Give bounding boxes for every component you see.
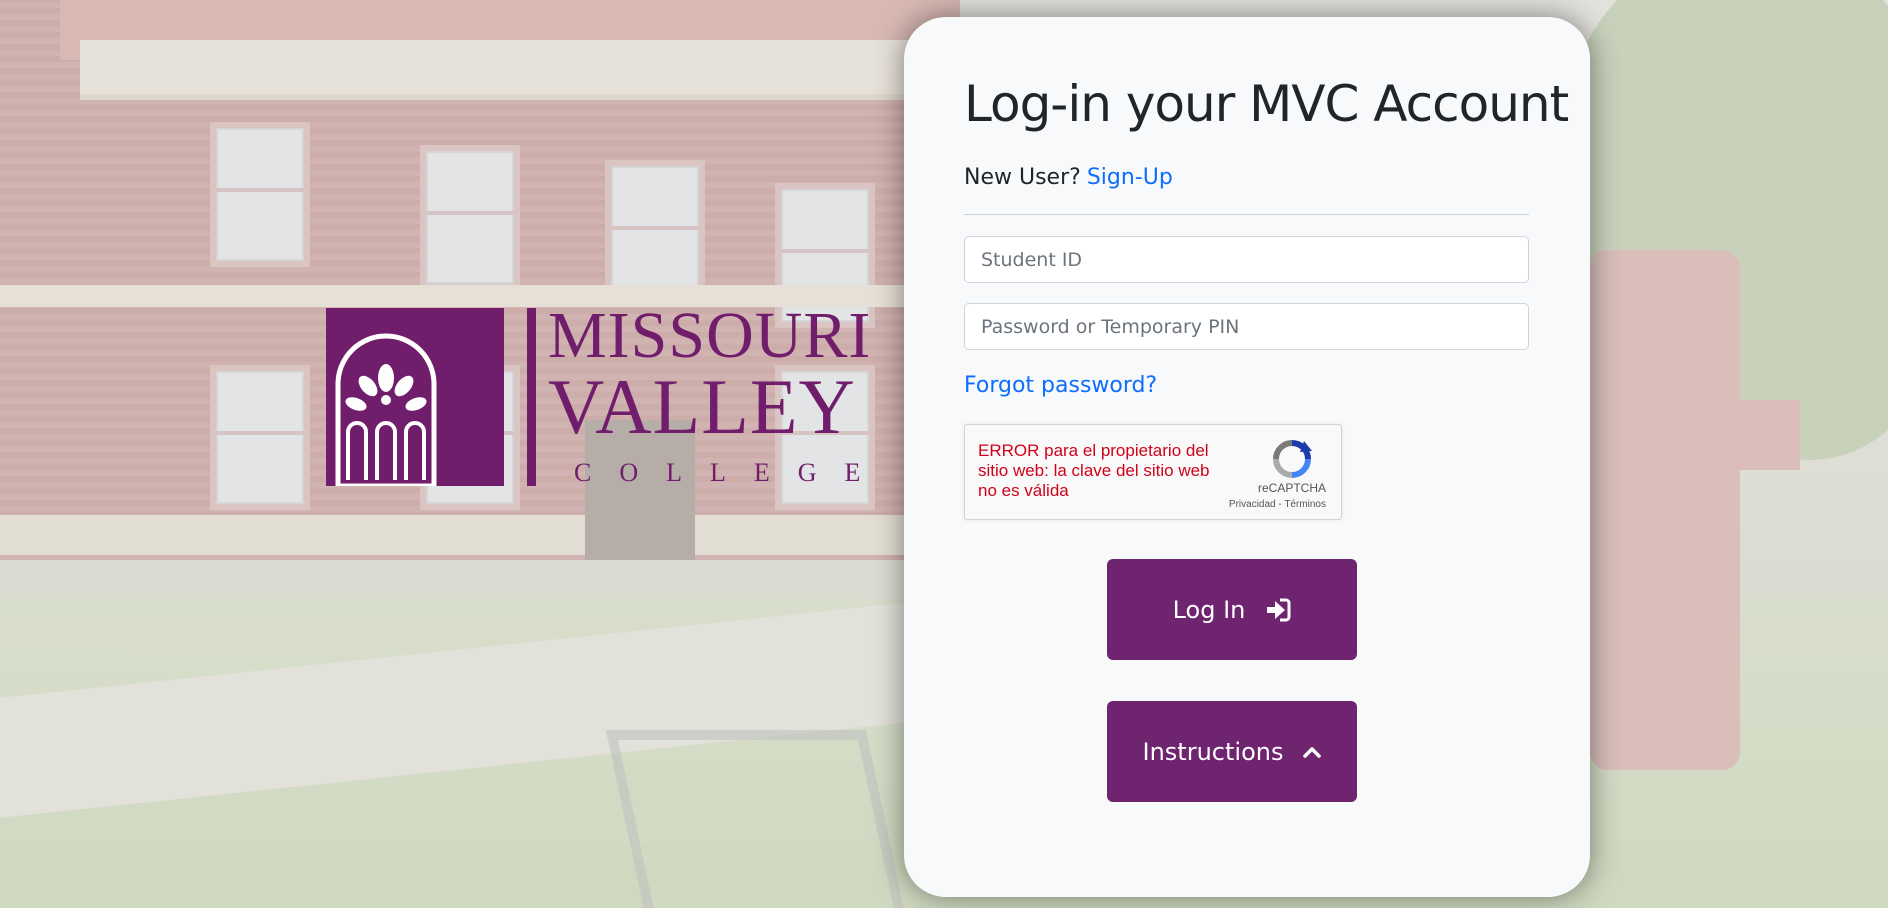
recaptcha-error-text: ERROR para el propietario del sitio web:… [978, 441, 1210, 500]
sign-in-icon [1267, 598, 1291, 621]
student-id-input[interactable] [964, 236, 1529, 283]
college-logo: MISSOURI VALLEY COLLEGE [326, 299, 881, 487]
forgot-password-link[interactable]: Forgot password? [964, 373, 1157, 398]
login-button[interactable]: Log In [1107, 559, 1357, 660]
divider [964, 214, 1529, 215]
instructions-button-label: Instructions [1142, 737, 1284, 766]
password-input[interactable] [964, 303, 1529, 350]
signup-link[interactable]: Sign-Up [1087, 165, 1173, 190]
logo-word-college: COLLEGE [574, 458, 889, 487]
recaptcha-widget[interactable]: ERROR para el propietario del sitio web:… [964, 424, 1342, 520]
chevron-up-icon [1303, 746, 1322, 758]
logo-divider [527, 308, 536, 486]
recaptcha-logo-icon [1273, 440, 1312, 478]
instructions-button[interactable]: Instructions [1107, 701, 1357, 802]
logo-word-valley: VALLEY [548, 363, 856, 450]
login-card: Log-in your MVC Account New User? Sign-Up… [904, 17, 1590, 897]
new-user-prompt: New User? [964, 165, 1081, 190]
recaptcha-brand: reCAPTCHA [1257, 481, 1326, 495]
new-user-row: New User? Sign-Up [964, 165, 1173, 190]
college-logo-mark-icon [326, 308, 504, 486]
recaptcha-privacy-terms-links[interactable]: Privacidad - Términos [1229, 499, 1326, 510]
login-button-label: Log In [1172, 595, 1246, 624]
page-title: Log-in your MVC Account [964, 75, 1569, 133]
